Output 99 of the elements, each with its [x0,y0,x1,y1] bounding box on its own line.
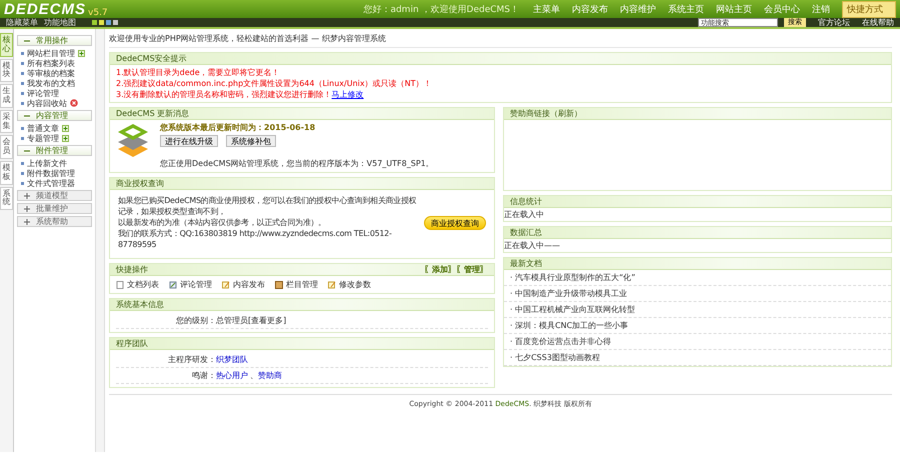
side-tab[interactable]: 系统 [0,186,13,210]
skin-swatch[interactable] [99,20,104,25]
collapse-icon [24,148,30,154]
quick-link[interactable]: 评论管理 [180,279,212,290]
article-link[interactable]: · 七夕CSS3图型动画教程 [504,350,891,366]
menu-group-header[interactable]: 批量维护 [17,203,92,214]
add-icon [78,50,85,56]
panel-title: 数据汇总 [510,227,542,238]
toolbar-link[interactable]: 隐藏菜单 [6,17,38,28]
panel-title: 系统基本信息 [116,299,164,310]
menu-item[interactable]: 普通文章 [27,122,59,134]
menu-group-header[interactable]: 系统帮助 [17,216,92,227]
field-label: 主程序研发： [167,354,216,365]
collapse-icon [24,112,30,118]
warning-text: 1.默认管理目录为dede，需要立即将它更名！ [116,67,281,78]
license-text: 如果您已购买DedeCMS的商业使用授权，您可以在我们的授权中心查询到相关商业授权记录，如果授权类型查询不到， [118,195,418,217]
side-tab[interactable]: 模块 [0,58,13,82]
panel-title: 赞助商链接（刷新） [510,108,582,119]
logo: DEDECMS [4,0,86,18]
scrollbar-track[interactable] [96,29,105,452]
menu-item[interactable]: 评论管理 [27,88,59,98]
menu-item[interactable]: 内容回收站 [27,98,67,108]
team-link[interactable]: 织梦团队 [216,354,248,365]
menu-item[interactable]: 专题管理 [27,132,59,144]
greeting-text: 您好：admin ，欢迎使用DedeCMS！ [363,4,519,16]
team-link[interactable]: 热心用户 [216,370,248,381]
header-link[interactable]: 〖管理〗 [456,264,488,275]
version-note: 您正使用DedeCMS网站管理系统，您当前的程序版本为：V57_UTF8_SP1。 [160,158,434,170]
skin-swatch[interactable] [92,20,97,25]
team-link[interactable]: 赞助商 [258,370,282,381]
license-text: 我们的联系方式：QQ:163803819 http://www.zyzndedecms.com TEL:0512-87789595 [118,228,393,250]
version-label: v5.7 [88,8,108,18]
panel-title: DedeCMS安全提示 [116,53,187,64]
panel-title: 信息统计 [510,196,542,207]
side-tab[interactable]: 核心 [0,33,13,57]
edit-icon [169,280,177,288]
pencil-icon [222,280,230,288]
add-icon [62,134,69,142]
skin-swatch[interactable] [106,20,111,25]
skin-swatch[interactable] [113,20,118,25]
update-button[interactable]: 系统修补包 [226,135,276,147]
welcome-text: 欢迎使用专业的PHP网站管理系统，轻松建站的首选利器 — 织梦内容管理系统 [109,32,892,48]
article-link[interactable]: · 中国制造产业升级带动模具工业 [504,286,891,302]
quick-link[interactable]: 内容发布 [233,279,265,290]
fix-link[interactable]: 马上修改 [332,90,364,99]
loading-text: 正在载入中—— [504,240,561,252]
field-label: 您的级别： [175,315,216,326]
separator-text: 、 [250,370,258,381]
shortcut-dropdown[interactable]: 快捷方式 [842,0,896,18]
warning-text: 2.强烈建议data/common.inc.php文件属性设置为644（Linux/Unix）或只读（NT）！ [116,78,432,89]
side-tab[interactable]: 采集 [0,110,13,134]
panel-title: 商业授权查询 [116,178,164,189]
article-link[interactable]: · 中国工程机械产业向互联网化转型 [504,302,891,318]
menu-item[interactable]: 等审核的档案 [27,68,75,78]
menu-group-header[interactable]: 内容管理 [17,110,92,121]
help-link[interactable]: 官方论坛 [818,17,850,28]
more-link[interactable]: [查看更多] [248,315,286,326]
menu-item[interactable]: 我发布的文档 [27,78,75,88]
expand-icon [24,192,30,198]
article-link[interactable]: · 百度竞价运营点击并非心得 [504,334,891,350]
toolbar-link[interactable]: 功能地图 [44,17,76,28]
collapse-icon [24,38,30,44]
license-text: 以最新发布的为准（本站内容仅供参考，以正式合同为准）。 [118,217,327,228]
layers-icon [116,122,150,158]
pencil-icon [328,280,336,288]
menu-item[interactable]: 上传新文件 [27,158,67,168]
menu-group-header[interactable]: 附件管理 [17,145,92,156]
delete-icon [70,99,78,107]
update-button[interactable]: 进行在线升级 [160,135,218,147]
side-tab[interactable]: 会员 [0,135,13,159]
expand-icon [24,206,30,212]
menu-item[interactable]: 网站栏目管理 [27,48,75,58]
panel-title: 程序团队 [116,338,148,349]
help-link[interactable]: 在线帮助 [862,17,894,28]
menu-item[interactable]: 附件数据管理 [27,168,75,178]
menu-item[interactable]: 文件式管理器 [27,178,75,188]
license-query-button[interactable]: 商业授权查询 [424,216,486,230]
loading-text: 正在载入中 [504,209,545,221]
header-link[interactable]: 〖添加〗 [424,264,456,275]
menu-group-header[interactable]: 频道模型 [17,190,92,201]
field-value: 总管理员 [216,315,248,326]
quick-link[interactable]: 修改参数 [339,279,371,290]
article-link[interactable]: · 深圳：模具CNC加工的一些小事 [504,318,891,334]
side-tab[interactable]: 模板 [0,160,13,185]
update-headline: 您系统版本最后更新时间为：2015-06-18 [160,122,316,133]
panel-title: 最新文档 [510,258,542,269]
side-tab[interactable]: 生成 [0,84,13,108]
quick-link[interactable]: 栏目管理 [286,279,318,290]
page-icon [116,280,124,288]
warning-text: 3.没有删除默认的管理员名称和密码，强烈建议您进行删除！ [116,90,332,99]
quick-link[interactable]: 文档列表 [127,279,159,290]
menu-group-header[interactable]: 常用操作 [17,35,92,46]
panel-title: DedeCMS 更新消息 [116,108,190,119]
article-link[interactable]: · 汽车模具行业原型制作的五大“化” [504,270,891,286]
expand-icon [24,218,30,224]
menu-item[interactable]: 所有档案列表 [27,58,75,68]
field-label: 鸣谢： [191,370,216,381]
panel-title: 快捷操作 [116,264,148,275]
add-icon [62,124,69,132]
